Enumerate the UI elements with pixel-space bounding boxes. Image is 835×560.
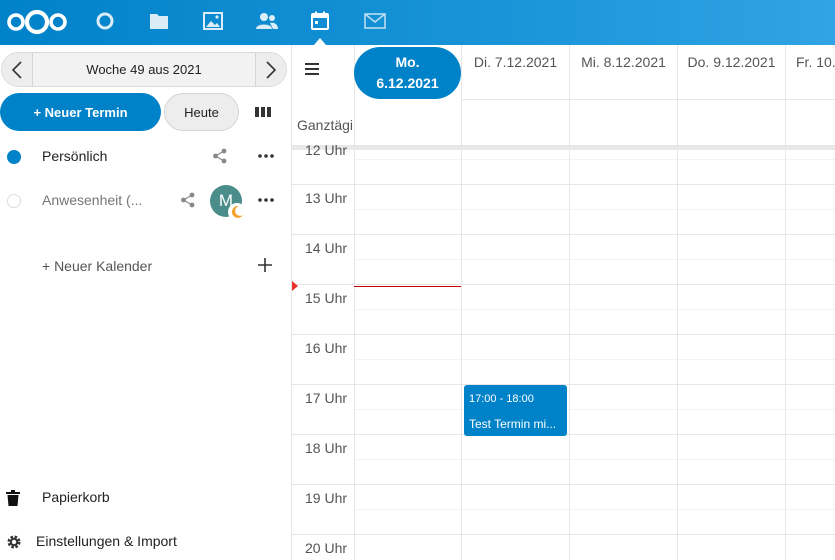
current-time-indicator bbox=[354, 286, 461, 287]
event-title: Test Termin mi... bbox=[469, 417, 557, 431]
day-header-friday[interactable]: Fr. 10. bbox=[785, 45, 835, 100]
trash-label: Papierkorb bbox=[42, 489, 110, 505]
week-calendar-view: Mo. 6.12.2021 Di. 7.12.2021 Mi. 8.12.202… bbox=[292, 45, 835, 560]
day-column-line bbox=[354, 150, 355, 560]
nextcloud-logo[interactable] bbox=[6, 8, 68, 36]
view-grid-icon[interactable] bbox=[254, 103, 272, 121]
all-day-cell[interactable] bbox=[461, 100, 569, 146]
more-options-icon[interactable] bbox=[257, 192, 275, 208]
day-header-thursday[interactable]: Do. 9.12.2021 bbox=[677, 45, 785, 100]
all-day-cell[interactable] bbox=[354, 100, 461, 146]
all-day-label: Ganztägig bbox=[297, 117, 353, 133]
week-navigation: Woche 49 aus 2021 bbox=[1, 52, 287, 87]
top-header bbox=[0, 0, 835, 45]
today-date: 6.12.2021 bbox=[376, 75, 439, 91]
today-button[interactable]: Heute bbox=[164, 93, 239, 131]
half-hour-line bbox=[354, 159, 835, 160]
hour-label: 17 Uhr bbox=[305, 390, 348, 406]
hour-line bbox=[292, 234, 835, 235]
chevron-right-icon bbox=[266, 60, 276, 79]
new-event-button[interactable]: + Neuer Termin bbox=[0, 93, 161, 131]
day-header-wednesday[interactable]: Mi. 8.12.2021 bbox=[569, 45, 677, 100]
hour-line bbox=[292, 534, 835, 535]
half-hour-line bbox=[354, 209, 835, 210]
plus-icon[interactable] bbox=[257, 257, 273, 273]
gear-icon bbox=[6, 534, 22, 550]
hour-label: 16 Uhr bbox=[305, 340, 348, 356]
previous-week-button[interactable] bbox=[2, 53, 33, 86]
calendar-item-personal[interactable]: Persönlich bbox=[0, 136, 292, 176]
calendar-color-dot[interactable] bbox=[7, 150, 21, 164]
hour-label: 14 Uhr bbox=[305, 240, 348, 256]
dashboard-icon[interactable] bbox=[93, 9, 117, 33]
trash-bin-button[interactable]: Papierkorb bbox=[0, 485, 292, 511]
half-hour-line bbox=[354, 309, 835, 310]
day-header-tuesday[interactable]: Di. 7.12.2021 bbox=[461, 45, 569, 100]
hour-line bbox=[292, 484, 835, 485]
time-grid[interactable]: 12 Uhr 13 Uhr 14 Uhr 15 Uhr 16 Uhr 17 Uh… bbox=[292, 142, 835, 560]
hour-label: 13 Uhr bbox=[305, 190, 348, 206]
hour-line bbox=[292, 284, 835, 285]
half-hour-line bbox=[354, 359, 835, 360]
share-icon[interactable] bbox=[212, 148, 228, 164]
calendar-label: Anwesenheit (... bbox=[42, 192, 143, 208]
more-options-icon[interactable] bbox=[257, 148, 275, 164]
all-day-cell[interactable] bbox=[677, 100, 785, 146]
half-hour-line bbox=[354, 259, 835, 260]
day-column-line bbox=[461, 150, 462, 560]
calendar-label: Persönlich bbox=[42, 148, 108, 164]
half-hour-line bbox=[354, 509, 835, 510]
half-hour-line bbox=[354, 459, 835, 460]
today-weekday: Mo. bbox=[395, 54, 420, 70]
hour-line bbox=[292, 184, 835, 185]
event-time: 17:00 - 18:00 bbox=[469, 393, 534, 405]
current-time-arrow bbox=[292, 281, 298, 291]
day-column-line bbox=[677, 150, 678, 560]
week-picker[interactable]: Woche 49 aus 2021 bbox=[33, 62, 255, 77]
mail-icon[interactable] bbox=[363, 9, 387, 33]
calendar-color-dot[interactable] bbox=[7, 194, 21, 208]
all-day-cell[interactable] bbox=[569, 100, 677, 146]
contacts-icon[interactable] bbox=[255, 9, 279, 33]
settings-label: Einstellungen & Import bbox=[36, 533, 177, 549]
half-hour-line bbox=[354, 409, 835, 410]
hour-label: 19 Uhr bbox=[305, 490, 348, 506]
chevron-left-icon bbox=[12, 60, 22, 79]
hamburger-menu-icon[interactable] bbox=[305, 62, 321, 76]
settings-import-button[interactable]: Einstellungen & Import bbox=[0, 529, 292, 555]
photos-icon[interactable] bbox=[201, 9, 225, 33]
day-column-line bbox=[785, 150, 786, 560]
next-week-button[interactable] bbox=[255, 53, 286, 86]
all-day-cell[interactable] bbox=[785, 100, 835, 146]
app-navigation: Woche 49 aus 2021 + Neuer Termin Heute P… bbox=[0, 45, 292, 560]
hour-label: 18 Uhr bbox=[305, 440, 348, 456]
hour-line bbox=[292, 334, 835, 335]
new-calendar-button[interactable]: + Neuer Kalender bbox=[42, 258, 152, 274]
hour-label: 15 Uhr bbox=[305, 290, 348, 306]
hour-label: 20 Uhr bbox=[305, 540, 348, 556]
calendar-icon[interactable] bbox=[308, 9, 332, 33]
today-day-header[interactable]: Mo. 6.12.2021 bbox=[354, 47, 461, 99]
moon-status-icon bbox=[228, 203, 246, 221]
active-app-indicator bbox=[314, 38, 326, 45]
calendar-item-presence[interactable]: Anwesenheit (... bbox=[0, 180, 292, 220]
trash-icon bbox=[6, 490, 22, 506]
hour-label: 12 Uhr bbox=[305, 142, 348, 158]
share-icon[interactable] bbox=[180, 192, 196, 208]
files-icon[interactable] bbox=[147, 9, 171, 33]
calendar-event[interactable]: 17:00 - 18:00 Test Termin mi... bbox=[464, 385, 567, 436]
all-day-row: Ganztägig bbox=[292, 100, 835, 146]
day-column-line bbox=[569, 150, 570, 560]
